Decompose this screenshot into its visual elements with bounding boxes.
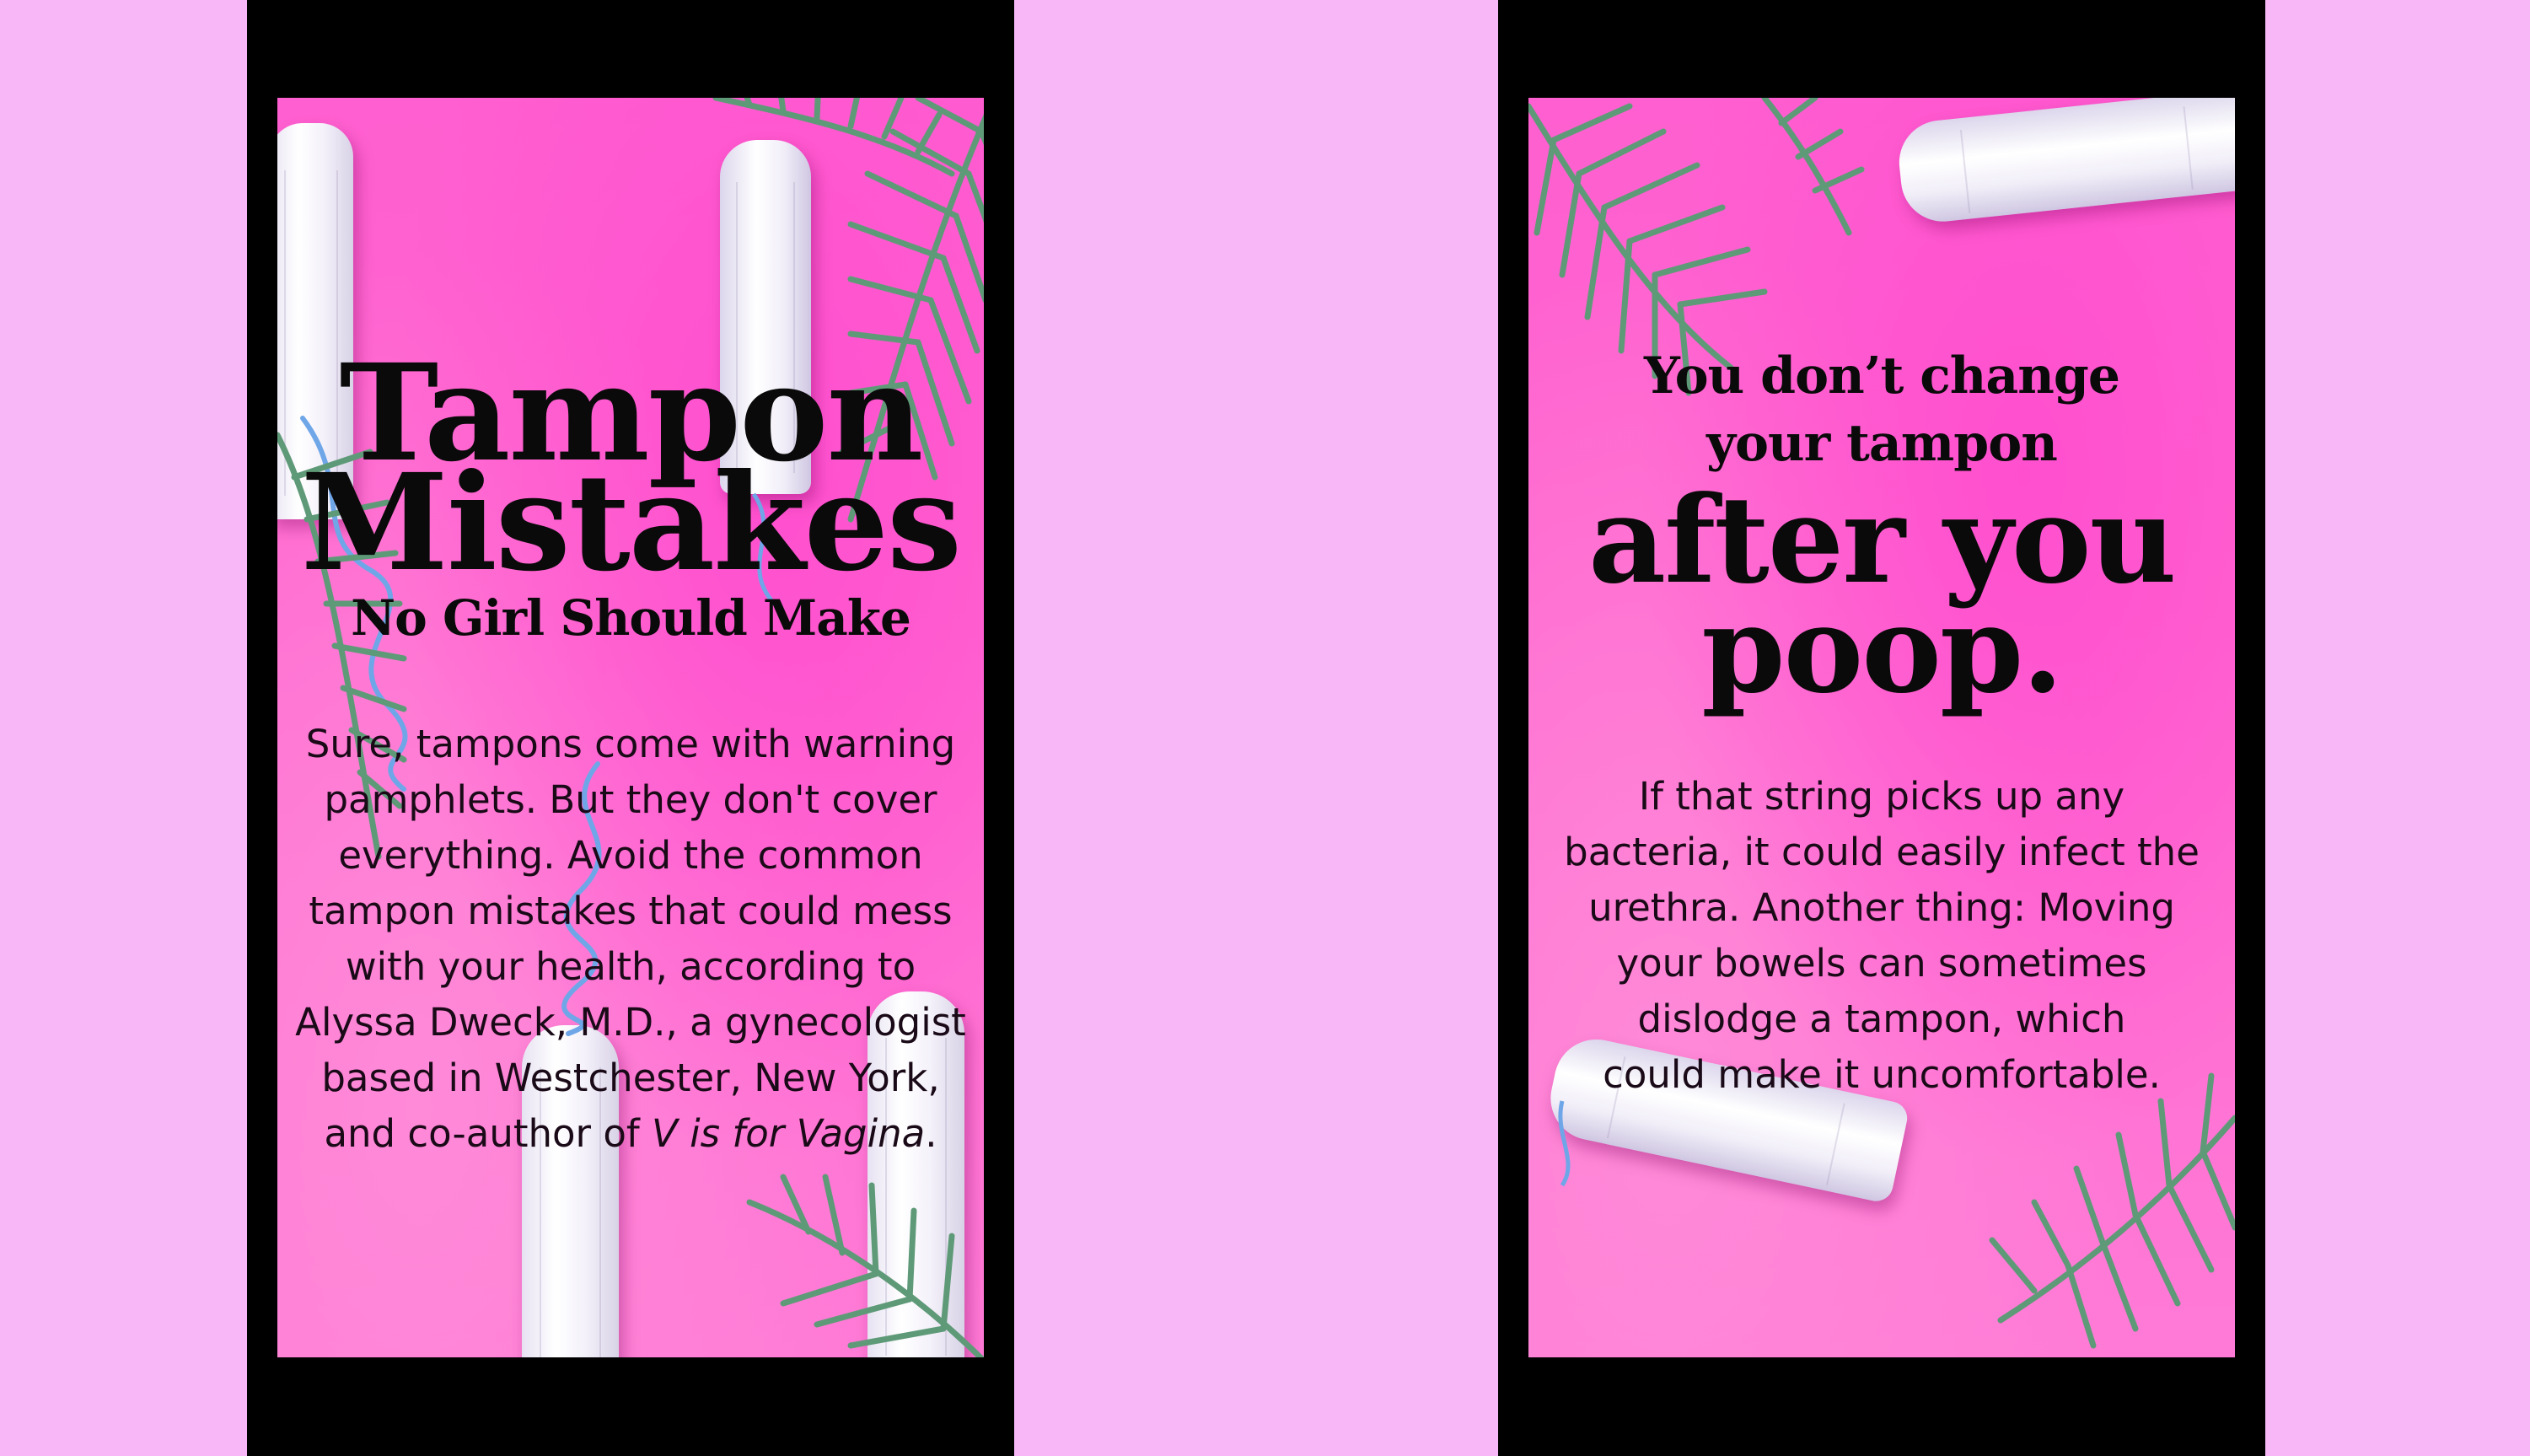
body-line: everything. Avoid the common bbox=[338, 833, 923, 878]
headline-small-line-2: your tampon bbox=[1706, 414, 2058, 473]
body-line: Alyssa Dweck, M.D., a gynecologist bbox=[295, 1000, 966, 1045]
story-slide-1[interactable]: Tampon Mistakes No Girl Should Make Sure… bbox=[277, 98, 984, 1357]
headline-small-line-1: You don’t change bbox=[1643, 347, 2120, 406]
slide-subtitle: No Girl Should Make bbox=[351, 589, 911, 647]
slide-title-line-2: Mistakes bbox=[300, 445, 962, 601]
body-text: . bbox=[925, 1111, 937, 1156]
body-line: dislodge a tampon, which bbox=[1637, 997, 2126, 1041]
story-frame-right: You don’t change your tampon after you p… bbox=[1498, 0, 2265, 1456]
palm-leaf-image bbox=[1989, 1072, 2235, 1349]
body-line-last: and co-author of V is for Vagina. bbox=[277, 1106, 984, 1162]
body-line: If that string picks up any bbox=[1638, 774, 2125, 819]
body-line: could make it uncomfortable. bbox=[1603, 1052, 2161, 1097]
slide-body: Sure, tampons come with warning pamphlet… bbox=[277, 717, 984, 1162]
headline-large-line-2: poop. bbox=[1701, 580, 2063, 720]
body-line: tampon mistakes that could mess bbox=[309, 889, 953, 933]
body-line: urethra. Another thing: Moving bbox=[1588, 885, 2175, 930]
body-line: bacteria, it could easily infect the bbox=[1564, 830, 2200, 874]
body-line: your bowels can sometimes bbox=[1616, 941, 2147, 986]
body-line: Sure, tampons come with warning bbox=[305, 722, 956, 766]
body-line: with your health, according to bbox=[345, 944, 916, 989]
book-title: V is for Vagina bbox=[652, 1111, 926, 1156]
body-text: and co-author of bbox=[324, 1111, 653, 1156]
story-frame-left: Tampon Mistakes No Girl Should Make Sure… bbox=[247, 0, 1014, 1456]
slide-body: If that string picks up any bacteria, it… bbox=[1528, 769, 2235, 1103]
body-line: pamphlets. But they don't cover bbox=[324, 777, 937, 822]
story-slide-2[interactable]: You don’t change your tampon after you p… bbox=[1528, 98, 2235, 1357]
body-line: based in Westchester, New York, bbox=[321, 1056, 940, 1100]
